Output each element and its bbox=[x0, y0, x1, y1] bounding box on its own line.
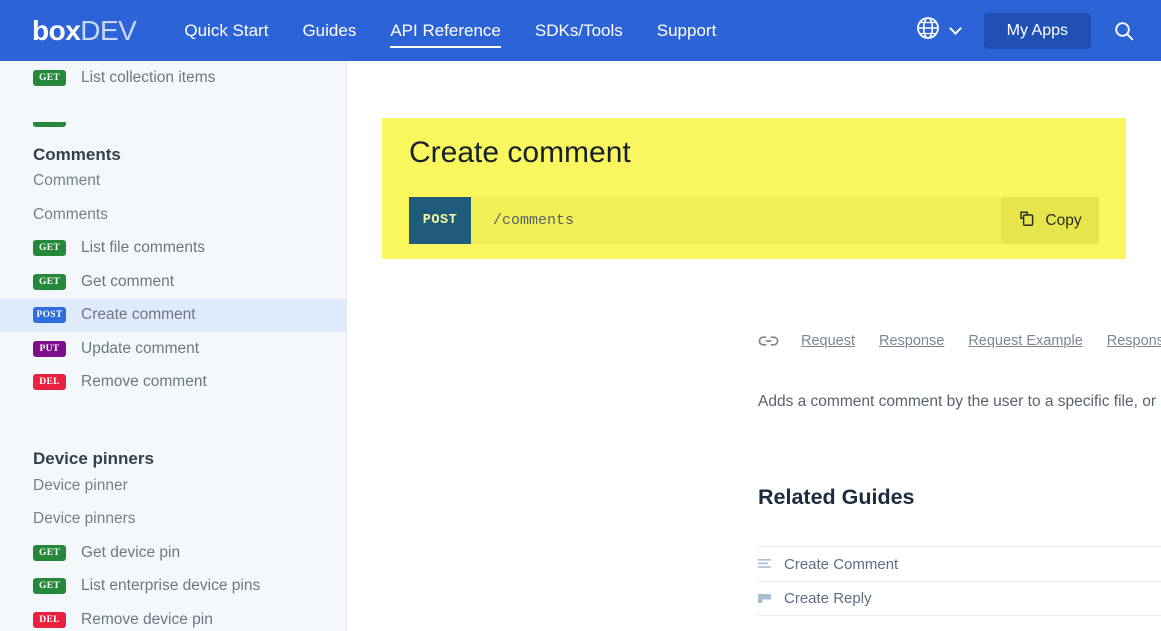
reply-block-icon bbox=[758, 593, 772, 605]
sidebar-item-device-pinner[interactable]: Device pinner bbox=[0, 469, 346, 503]
sidebar-item-label: Update comment bbox=[81, 339, 200, 357]
copy-button[interactable]: Copy bbox=[1001, 197, 1099, 244]
anchor-link-response-example[interactable]: Response Example bbox=[1107, 333, 1161, 349]
sidebar-item-create-comment[interactable]: POST Create comment bbox=[0, 298, 346, 332]
sidebar-item-device-pinners[interactable]: Device pinners bbox=[0, 503, 346, 537]
sidebar-item-label: Get comment bbox=[81, 272, 175, 290]
sidebar-item-label: Device pinner bbox=[33, 476, 128, 494]
sidebar-item-comments[interactable]: Comments bbox=[0, 198, 346, 232]
copy-button-label: Copy bbox=[1045, 211, 1082, 229]
related-guides-list: Create Comment Comments Create Reply Com… bbox=[758, 546, 1161, 616]
primary-nav: Quick Start Guides API Reference SDKs/To… bbox=[184, 0, 750, 61]
brand-logo[interactable]: box DEV bbox=[32, 14, 137, 47]
http-verb-badge-get: GET bbox=[33, 578, 66, 595]
http-verb-badge-get: GET bbox=[33, 544, 66, 561]
sidebar-item-label: Create comment bbox=[81, 306, 196, 324]
sidebar-item-list-collection-items[interactable]: GET List collection items bbox=[0, 61, 346, 95]
sidebar-item-list-file-comments[interactable]: GET List file comments bbox=[0, 232, 346, 266]
sidebar-item-remove-device-pin[interactable]: DEL Remove device pin bbox=[0, 603, 346, 631]
copy-icon bbox=[1018, 210, 1036, 231]
sidebar-item-label: Comments bbox=[33, 205, 108, 223]
anchor-link-request-example[interactable]: Request Example bbox=[968, 333, 1082, 349]
sidebar-item-list: GET List collection items Comments Comment C… bbox=[0, 61, 346, 631]
http-verb-badge-get: GET bbox=[33, 273, 66, 290]
sidebar-item-label: Remove comment bbox=[81, 373, 207, 391]
sidebar-section-label: Device pinners bbox=[33, 449, 154, 468]
nav-item-quick-start[interactable]: Quick Start bbox=[184, 0, 268, 61]
my-apps-button[interactable]: My Apps bbox=[983, 12, 1091, 49]
nav-item-sdks-tools[interactable]: SDKs/Tools bbox=[535, 0, 623, 61]
sidebar-item-remove-comment[interactable]: DEL Remove comment bbox=[0, 366, 346, 400]
http-verb-badge-get: GET bbox=[33, 240, 66, 257]
chevron-down-icon bbox=[948, 22, 962, 35]
sidebar-item-label: Remove device pin bbox=[81, 610, 213, 628]
http-method-badge: POST bbox=[409, 197, 471, 244]
endpoint-path: /comments bbox=[493, 212, 575, 229]
main-content: Create comment POST /comments Copy Reque… bbox=[348, 61, 1161, 631]
sidebar-section-label: Comments bbox=[33, 144, 121, 164]
sidebar-item-comment[interactable]: Comment bbox=[0, 165, 346, 199]
api-reference-sidebar[interactable]: GET List collection items Comments Comment C… bbox=[0, 61, 347, 631]
brand-logo-dev: DEV bbox=[80, 14, 137, 46]
endpoint-description: Adds a comment comment by the user to a … bbox=[758, 393, 1161, 410]
page-title: Create comment bbox=[409, 136, 631, 169]
section-anchor-links: Request Response Request Example Respons… bbox=[348, 333, 1161, 349]
sidebar-item-label: Device pinners bbox=[33, 510, 136, 528]
list-lines-icon bbox=[758, 558, 772, 570]
sidebar-item-list-enterprise-device-pins[interactable]: GET List enterprise device pins bbox=[0, 570, 346, 604]
sidebar-item-label: List file comments bbox=[81, 239, 206, 257]
language-selector[interactable] bbox=[915, 15, 962, 46]
sidebar-item-get-comment[interactable]: GET Get comment bbox=[0, 265, 346, 299]
anchor-link-response[interactable]: Response bbox=[879, 333, 944, 349]
sidebar-item-label: List collection items bbox=[81, 68, 216, 86]
anchor-link-request[interactable]: Request bbox=[801, 333, 855, 349]
partial-get-badge-above bbox=[33, 122, 66, 127]
related-guide-name: Create Comment bbox=[784, 555, 899, 573]
brand-logo-box: box bbox=[32, 14, 81, 46]
related-guides-title: Related Guides bbox=[758, 485, 915, 509]
sidebar-item-label: Comment bbox=[33, 172, 101, 190]
nav-item-guides[interactable]: Guides bbox=[302, 0, 356, 61]
nav-item-api-reference[interactable]: API Reference bbox=[390, 0, 501, 61]
http-verb-badge-get: GET bbox=[33, 69, 66, 86]
sidebar-item-get-device-pin[interactable]: GET Get device pin bbox=[0, 536, 346, 570]
nav-item-support[interactable]: Support bbox=[657, 0, 717, 61]
related-guide-row-create-comment[interactable]: Create Comment Comments bbox=[758, 546, 1161, 581]
link-icon bbox=[758, 333, 779, 349]
sidebar-section-comments: Comments bbox=[0, 132, 346, 165]
endpoint-header-card: Create comment POST /comments Copy bbox=[382, 118, 1126, 259]
related-guide-row-create-reply[interactable]: Create Reply Comments bbox=[758, 581, 1161, 616]
endpoint-url-bar: POST /comments Copy bbox=[409, 197, 1099, 244]
http-verb-badge-del: DEL bbox=[33, 374, 66, 391]
related-guide-name: Create Reply bbox=[784, 590, 872, 607]
search-icon[interactable] bbox=[1113, 20, 1135, 42]
top-navigation-bar: box DEV Quick Start Guides API Reference … bbox=[0, 0, 1161, 61]
sidebar-item-label: List enterprise device pins bbox=[81, 577, 261, 595]
sidebar-item-update-comment[interactable]: PUT Update comment bbox=[0, 332, 346, 366]
sidebar-item-label: Get device pin bbox=[81, 543, 181, 561]
sidebar-section-device-pinners: Device pinners bbox=[0, 436, 346, 469]
globe-icon bbox=[915, 15, 941, 46]
nav-right-group: My Apps bbox=[915, 12, 1161, 49]
http-verb-badge-post: POST bbox=[33, 307, 66, 324]
http-verb-badge-del: DEL bbox=[33, 611, 66, 628]
http-verb-badge-put: PUT bbox=[33, 340, 66, 357]
